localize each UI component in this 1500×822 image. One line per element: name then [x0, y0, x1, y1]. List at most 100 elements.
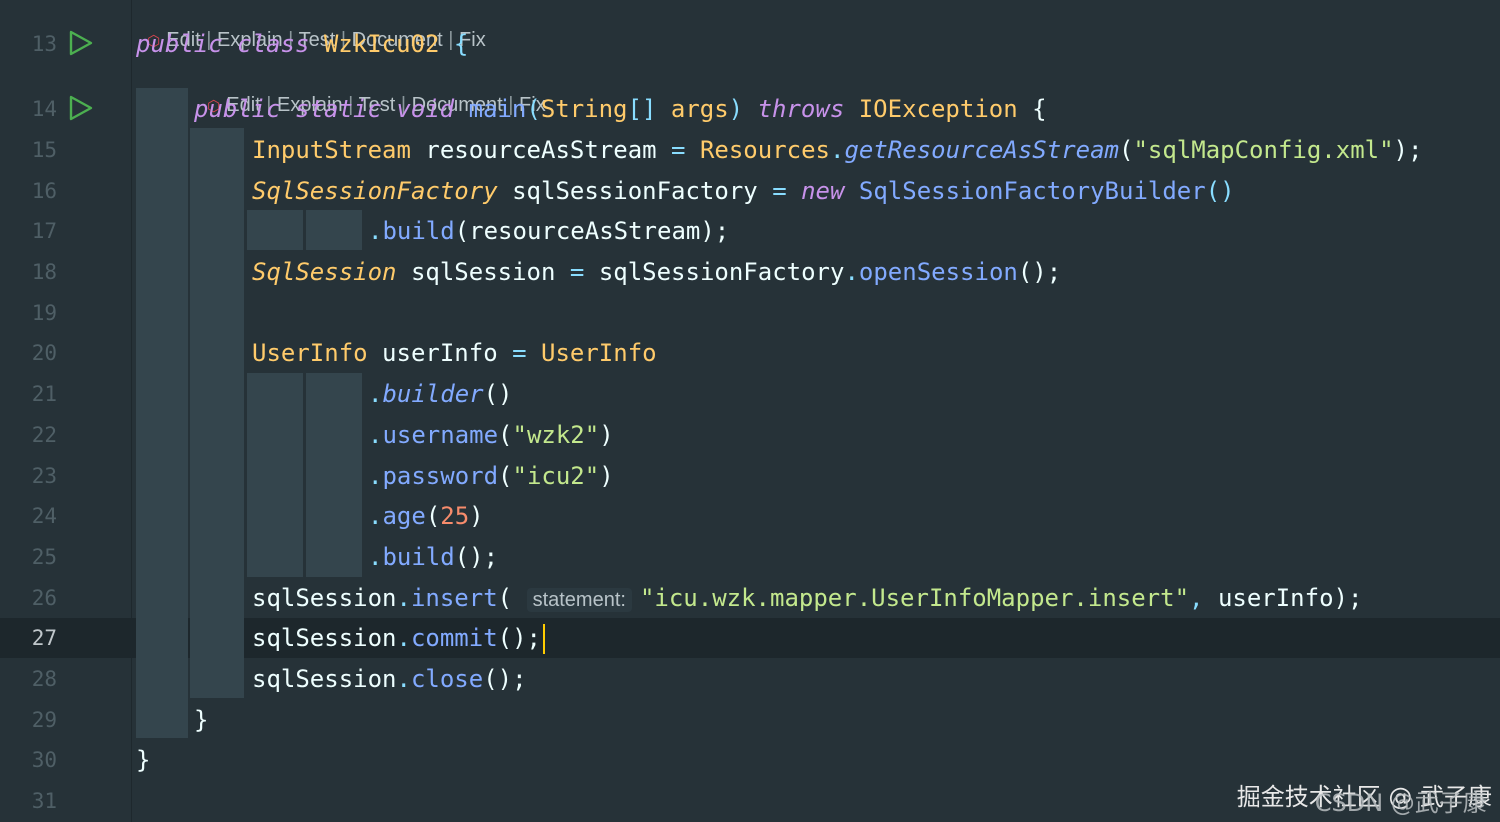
- line-number: 26: [31, 586, 57, 610]
- token-paren: (: [498, 462, 513, 490]
- code-lens-class: ⬡ Edit | Explain | Test | Document | Fix: [136, 0, 486, 51]
- token-paren: ();: [454, 543, 499, 571]
- token-paren: ();: [483, 665, 527, 693]
- code-line-23[interactable]: .password("icu2"): [368, 456, 614, 496]
- code-line-26[interactable]: sqlSession.insert( statement: "icu.wzk.ma…: [252, 578, 1362, 618]
- code-line-28[interactable]: sqlSession.close();: [252, 659, 527, 699]
- token-string: "wzk2": [512, 421, 600, 449]
- token-paren: (): [1205, 177, 1235, 205]
- token-paren: (: [497, 584, 513, 612]
- token-dot: .: [368, 217, 383, 245]
- token-paren: (: [454, 217, 470, 245]
- token-paren: (): [483, 380, 513, 408]
- token-method: builder: [382, 380, 484, 408]
- line-number: 31: [31, 789, 57, 813]
- code-lens-method: ⬡ Edit | Explain | Test | Document | Fix: [196, 60, 546, 116]
- token-paren: ();: [1017, 258, 1062, 286]
- code-line-22[interactable]: .username("wzk2"): [368, 415, 614, 455]
- code-line-13[interactable]: public class WzkIcu02 {: [136, 24, 468, 64]
- token-dot: .: [368, 380, 383, 408]
- token-method: age: [382, 502, 426, 530]
- line-number: 13: [31, 32, 57, 56]
- token-operator: =: [772, 177, 787, 205]
- token-method: commit: [410, 624, 498, 652]
- token-type: UserInfo: [252, 339, 368, 367]
- token-paren: (: [425, 502, 441, 530]
- code-line-24[interactable]: .age(25): [368, 496, 484, 536]
- code-line-27[interactable]: sqlSession.commit();: [252, 618, 546, 658]
- token-operator: =: [671, 136, 686, 164]
- token-dot: .: [368, 543, 383, 571]
- token-type: InputStream: [252, 136, 411, 164]
- line-number: 15: [31, 138, 57, 162]
- line-number: 30: [31, 748, 57, 772]
- code-line-18[interactable]: SqlSession sqlSession = sqlSessionFactor…: [252, 252, 1061, 292]
- token-dot: .: [396, 584, 411, 612]
- token-operator: =: [569, 258, 585, 286]
- token-bracket: []: [627, 95, 657, 123]
- token-method: insert: [410, 584, 498, 612]
- watermark-overlay: CSDN @武子康: [1314, 789, 1487, 817]
- indent-guide: [247, 210, 303, 250]
- parameter-hint: statement:: [526, 588, 632, 612]
- line-number: 24: [31, 504, 57, 528]
- token-variable: userInfo: [382, 339, 498, 367]
- token-method: build: [382, 217, 455, 245]
- token-paren: (: [1119, 136, 1134, 164]
- token-brace: {: [1032, 95, 1047, 123]
- code-line-25[interactable]: .build();: [368, 537, 498, 577]
- token-paren: (: [526, 95, 541, 123]
- line-number: 18: [31, 260, 57, 284]
- line-number: 25: [31, 545, 57, 569]
- code-line-16[interactable]: SqlSessionFactory sqlSessionFactory = ne…: [252, 171, 1235, 211]
- token-class-name: UserInfo: [541, 339, 657, 367]
- token-method: username: [382, 421, 499, 449]
- indent-guide: [247, 373, 303, 577]
- token-type: String: [540, 95, 628, 123]
- line-number: 21: [31, 382, 57, 406]
- token-comma: ,: [1189, 584, 1204, 612]
- code-line-30[interactable]: }: [136, 740, 150, 780]
- token-paren: ();: [497, 624, 542, 652]
- token-keyword: throws: [757, 95, 845, 123]
- code-line-20[interactable]: UserInfo userInfo = UserInfo: [252, 333, 657, 373]
- token-type: SqlSession: [252, 258, 397, 286]
- text-cursor: [543, 624, 546, 654]
- token-dot: .: [368, 462, 383, 490]
- line-number: 29: [31, 708, 57, 732]
- token-dot: .: [368, 502, 383, 530]
- token-dot: .: [396, 665, 411, 693]
- token-paren: );: [700, 217, 730, 245]
- line-number: 23: [31, 464, 57, 488]
- token-dot: .: [830, 136, 845, 164]
- run-triangle-icon[interactable]: [68, 30, 94, 56]
- token-paren: ): [599, 462, 614, 490]
- line-number: 22: [31, 423, 57, 447]
- token-dot: .: [396, 624, 411, 652]
- code-line-21[interactable]: .builder(): [368, 374, 513, 414]
- code-line-15[interactable]: InputStream resourceAsStream = Resources…: [252, 130, 1422, 170]
- token-method: openSession: [858, 258, 1018, 286]
- code-line-17[interactable]: .build(resourceAsStream);: [368, 211, 729, 251]
- token-variable: sqlSession: [252, 624, 397, 652]
- token-paren: );: [1333, 584, 1363, 612]
- token-keyword: class: [237, 30, 310, 58]
- token-dot: .: [844, 258, 859, 286]
- token-paren: ): [728, 95, 744, 123]
- token-method: close: [410, 665, 484, 693]
- token-string: "icu2": [512, 462, 600, 490]
- token-variable: sqlSessionFactory: [598, 258, 845, 286]
- token-variable: sqlSessionFactory: [512, 177, 758, 205]
- token-paren: );: [1393, 136, 1423, 164]
- token-variable: sqlSession: [410, 258, 556, 286]
- watermark: 掘金技术社区 @ 武子康 CSDN @武子康: [1237, 777, 1492, 817]
- code-line-29[interactable]: }: [194, 700, 208, 740]
- token-keyword: new: [801, 177, 845, 205]
- code-line-14[interactable]: public static void main(String[] args) t…: [194, 89, 1047, 129]
- token-type: IOException: [858, 95, 1018, 123]
- run-triangle-icon[interactable]: [68, 95, 94, 121]
- indent-guide: [306, 373, 362, 577]
- indent-guide: [136, 88, 188, 738]
- indent-guide: [190, 128, 244, 698]
- token-method: build: [382, 543, 455, 571]
